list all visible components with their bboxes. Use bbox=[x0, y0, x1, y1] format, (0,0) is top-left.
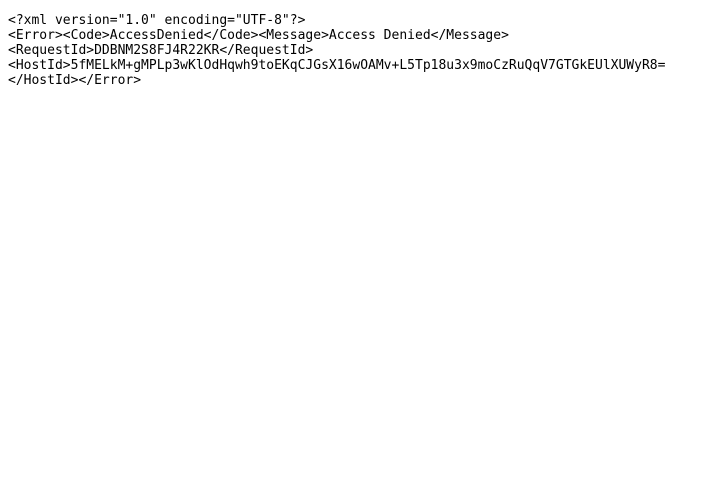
request-id-line: <RequestId>DDBNM2S8FJ4R22KR</RequestId> bbox=[8, 43, 314, 58]
xml-error-document: <?xml version="1.0" encoding="UTF-8"?> <… bbox=[8, 13, 712, 88]
xml-declaration-line: <?xml version="1.0" encoding="UTF-8"?> bbox=[8, 13, 306, 28]
host-id-line: <HostId>5fMELkM+gMPLp3wKlOdHqwh9toEKqCJG… bbox=[8, 58, 666, 73]
error-code-message-line: <Error><Code>AccessDenied</Code><Message… bbox=[8, 28, 509, 43]
closing-tags-line: </HostId></Error> bbox=[8, 73, 142, 88]
